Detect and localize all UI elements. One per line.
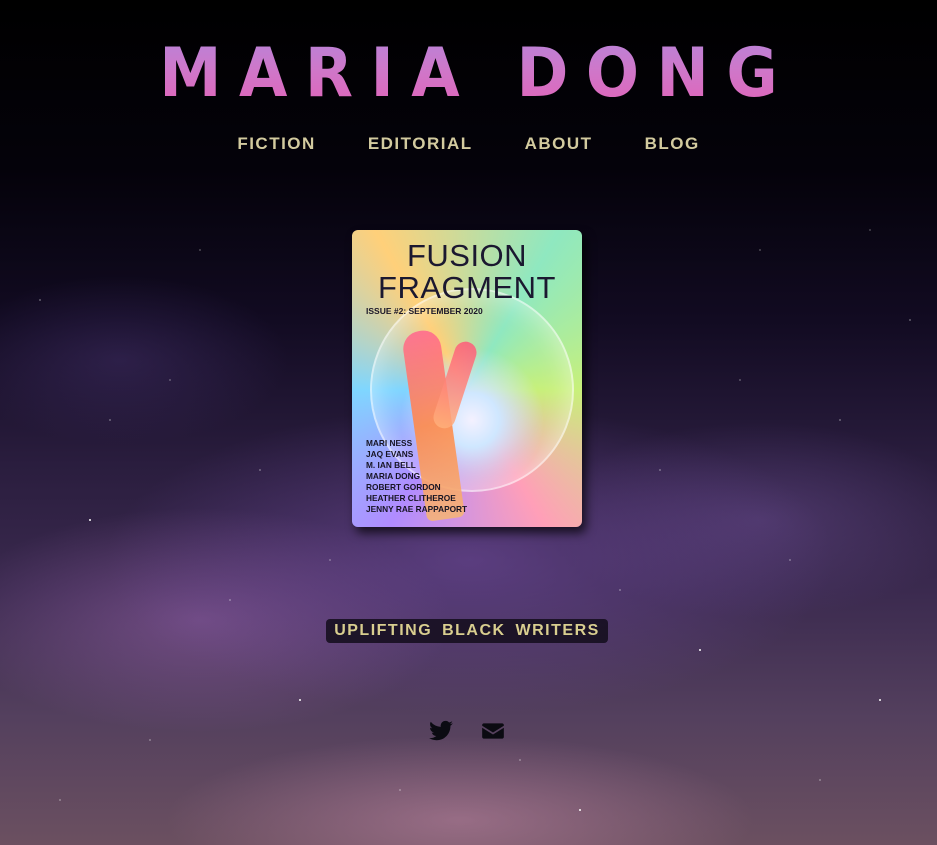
- cover-author-list: MARI NESS JAQ EVANS M. IAN BELL MARIA DO…: [366, 438, 467, 515]
- cover-author: MARIA DONG: [366, 471, 421, 481]
- cover-title-line2: FRAGMENT: [378, 270, 556, 305]
- nav-item-blog[interactable]: BLOG: [619, 134, 726, 154]
- envelope-icon[interactable]: [480, 718, 506, 744]
- uplifting-black-writers-banner[interactable]: UPLIFTING BLACK WRITERS: [326, 619, 608, 643]
- social-links: [428, 718, 506, 744]
- cover-issue-label: ISSUE #2: SEPTEMBER 2020: [366, 306, 483, 316]
- nav-item-fiction[interactable]: FICTION: [211, 134, 342, 154]
- cover-author: HEATHER CLITHEROE: [366, 493, 456, 503]
- magazine-cover-link[interactable]: FUSION FRAGMENT ISSUE #2: SEPTEMBER 2020…: [352, 230, 582, 527]
- cover-title-line1: FUSION: [406, 238, 528, 273]
- cover-author: M. IAN BELL: [366, 460, 416, 470]
- cover-author: MARI NESS: [366, 438, 413, 448]
- main-nav: FICTION EDITORIAL ABOUT BLOG: [0, 134, 937, 154]
- cover-author: JAQ EVANS: [366, 449, 414, 459]
- nav-item-editorial[interactable]: EDITORIAL: [342, 134, 499, 154]
- cover-author: ROBERT GORDON: [366, 482, 441, 492]
- site-title[interactable]: MARIA DONG: [37, 38, 899, 110]
- nav-item-about[interactable]: ABOUT: [499, 134, 619, 154]
- twitter-icon[interactable]: [428, 718, 454, 744]
- cover-author: JENNY RAE RAPPAPORT: [366, 504, 468, 514]
